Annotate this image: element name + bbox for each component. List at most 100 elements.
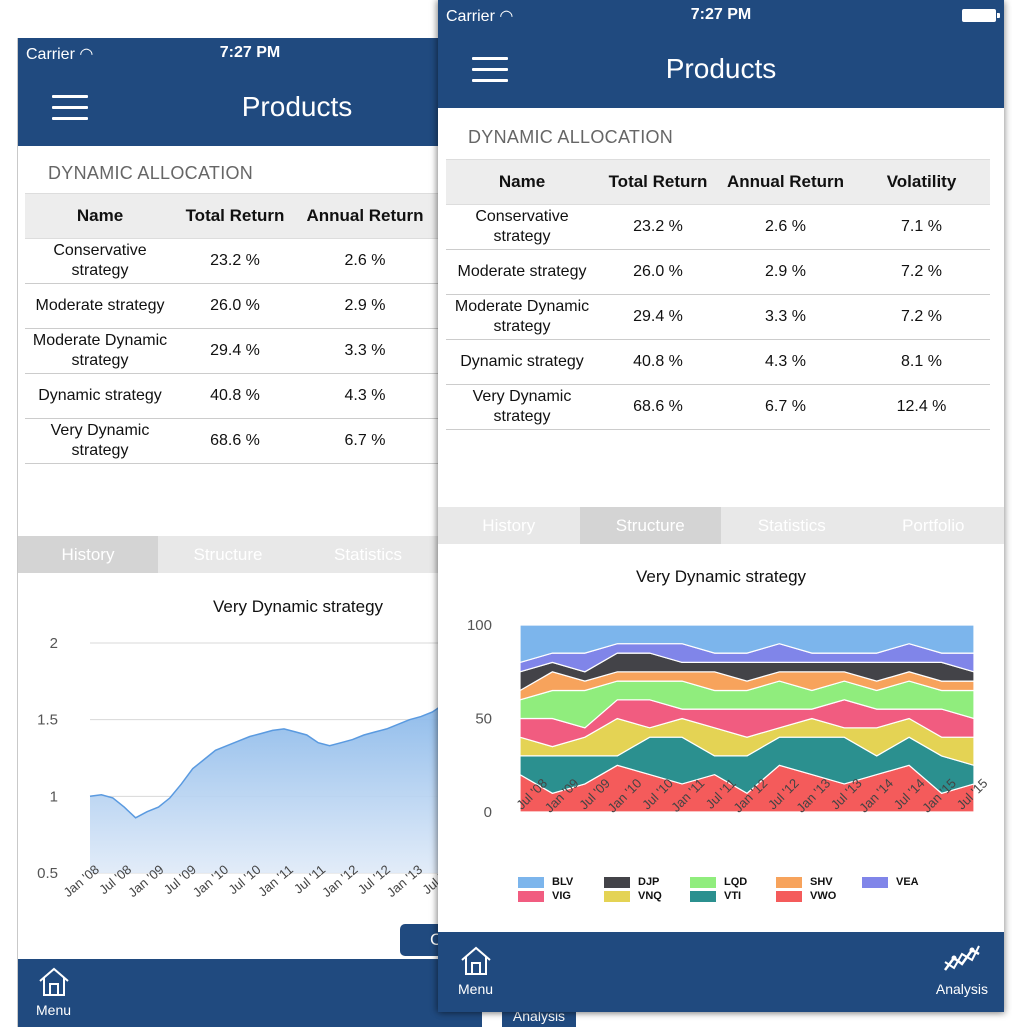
page-title: Products [665, 53, 777, 84]
row-name: Moderate Dynamic strategy [446, 294, 598, 340]
table-row[interactable]: Dynamic strategy 40.8 % 4.3 % [25, 373, 482, 419]
col-header-name: Name [25, 193, 175, 239]
row-total-return: 40.8 % [598, 339, 718, 385]
row-annual-return: 6.7 % [718, 384, 853, 430]
tabbar-menu[interactable]: Menu [36, 967, 71, 1018]
col-header-annual: Annual Return [295, 193, 435, 239]
row-annual-return: 4.3 % [295, 373, 435, 419]
row-annual-return: 6.7 % [295, 418, 435, 464]
status-bar: Carrier ◠ 7:27 PM [438, 0, 1004, 30]
page-title: Products [241, 91, 353, 122]
hamburger-icon[interactable] [52, 95, 88, 121]
legend-item[interactable]: DJP [604, 876, 659, 888]
legend-item[interactable]: BLV [518, 876, 573, 888]
trend-graph-icon [943, 945, 980, 971]
y-tick-label: 0.5 [37, 865, 58, 882]
row-name: Moderate strategy [446, 249, 598, 295]
row-total-return: 23.2 % [598, 204, 718, 250]
tabbar-menu-label: Menu [36, 1002, 72, 1018]
y-tick-label: 1 [50, 788, 58, 805]
tab-history[interactable]: History [438, 507, 580, 544]
chart-title: Very Dynamic strategy [212, 597, 384, 616]
home-icon [460, 946, 491, 975]
tab-structure[interactable]: Structure [579, 507, 721, 544]
legend-swatch [776, 890, 802, 902]
y-tick-label: 50 [475, 711, 492, 728]
phone-screen-structure: Carrier ◠ 7:27 PM Products DYNAMIC ALLOC… [438, 0, 1004, 1012]
strategy-table: Name Total Return Annual Return Volatili… [446, 159, 990, 430]
row-annual-return: 2.9 % [295, 283, 435, 329]
row-name: Conservative strategy [25, 238, 175, 284]
tab-bar: Menu [18, 959, 482, 1027]
legend-item[interactable]: VIG [518, 890, 571, 902]
legend-label: VEA [896, 876, 919, 888]
legend-label: BLV [552, 876, 574, 888]
tab-strip: History Structure Statistics Portfolio [438, 507, 1004, 544]
tabbar-analysis-label: Analysis [935, 981, 988, 997]
tab-strip: History Structure Statistics [18, 536, 482, 573]
row-total-return: 29.4 % [598, 294, 718, 340]
history-chart: 21.510.5 Jan '08Jul '08Jan '09Jul '09Jan … [37, 635, 479, 900]
y-tick-label: 100 [467, 617, 492, 634]
tabbar-analysis[interactable]: Analysis [936, 942, 988, 997]
legend-label: VIG [552, 890, 571, 902]
row-name: Dynamic strategy [446, 339, 598, 385]
legend-label: VTI [724, 890, 742, 902]
legend-item[interactable]: VWO [776, 890, 836, 902]
phone-screen-history: Carrier ◠ 7:27 PM Products DYNAMIC ALLOC… [17, 38, 482, 1027]
row-annual-return: 3.3 % [295, 328, 435, 374]
col-header-total: Total Return [175, 193, 295, 239]
tab-statistics[interactable]: Statistics [721, 507, 863, 544]
row-total-return: 68.6 % [175, 418, 295, 464]
battery-icon [962, 9, 1000, 22]
row-total-return: 68.6 % [598, 384, 718, 430]
legend-swatch [690, 890, 716, 902]
row-volatility: 7.1 % [853, 204, 990, 250]
table-row[interactable]: Moderate Dynamic strategy 29.4 % 3.3 % 7.2 … [446, 294, 990, 340]
tab-structure[interactable]: Structure [158, 536, 298, 573]
col-header-vol: Volatility [853, 159, 990, 205]
legend-item[interactable]: SHV [776, 876, 833, 888]
row-annual-return: 2.9 % [718, 249, 853, 295]
x-tick-label: Jan '08 [60, 862, 101, 900]
tab-portfolio[interactable]: Portfolio [863, 507, 1005, 544]
legend-swatch [862, 876, 888, 888]
section-title: DYNAMIC ALLOCATION [468, 127, 674, 147]
legend-item[interactable]: VTI [690, 890, 741, 902]
row-annual-return: 2.6 % [295, 238, 435, 284]
tabbar-menu[interactable]: Menu [458, 946, 493, 997]
table-row[interactable]: Dynamic strategy 40.8 % 4.3 % 8.1 % [446, 339, 990, 385]
y-tick-label: 1.5 [37, 712, 58, 729]
legend-item[interactable]: VEA [862, 876, 919, 888]
row-name: Moderate Dynamic strategy [25, 328, 175, 374]
row-annual-return: 4.3 % [718, 339, 853, 385]
row-annual-return: 2.6 % [718, 204, 853, 250]
col-header-total: Total Return [598, 159, 718, 205]
row-volatility: 7.2 % [853, 294, 990, 340]
legend-item[interactable]: LQD [690, 876, 747, 888]
table-row[interactable]: Conservative strategy 23.2 % 2.6 % 7.1 % [446, 204, 990, 250]
row-name: Very Dynamic strategy [446, 384, 598, 430]
chart-title: Very Dynamic strategy [635, 567, 807, 586]
tab-statistics[interactable]: Statistics [298, 536, 438, 573]
col-header-name: Name [446, 159, 598, 205]
status-time: 7:27 PM [690, 6, 752, 23]
col-header-annual: Annual Return [718, 159, 853, 205]
row-total-return: 29.4 % [175, 328, 295, 374]
section-title: DYNAMIC ALLOCATION [48, 163, 254, 183]
legend-item[interactable]: VNQ [604, 890, 662, 902]
legend-swatch [776, 876, 802, 888]
table-row[interactable]: Very Dynamic strategy 68.6 % 6.7 % [25, 418, 482, 464]
table-row[interactable]: Conservative strategy 23.2 % 2.6 % [25, 238, 482, 284]
tab-history[interactable]: History [18, 536, 158, 573]
history-area [90, 684, 478, 873]
row-volatility: 7.2 % [853, 249, 990, 295]
legend-label: SHV [810, 876, 833, 888]
table-row[interactable]: Very Dynamic strategy 68.6 % 6.7 % 12.4 % [446, 384, 990, 430]
strategy-table: Name Total Return Annual Return Conserva… [25, 193, 482, 464]
table-row[interactable]: Moderate strategy 26.0 % 2.9 % [25, 283, 482, 329]
legend-label: VNQ [638, 890, 662, 902]
table-row[interactable]: Moderate Dynamic strategy 29.4 % 3.3 % [25, 328, 482, 374]
legend-label: VWO [810, 890, 837, 902]
table-row[interactable]: Moderate strategy 26.0 % 2.9 % 7.2 % [446, 249, 990, 295]
